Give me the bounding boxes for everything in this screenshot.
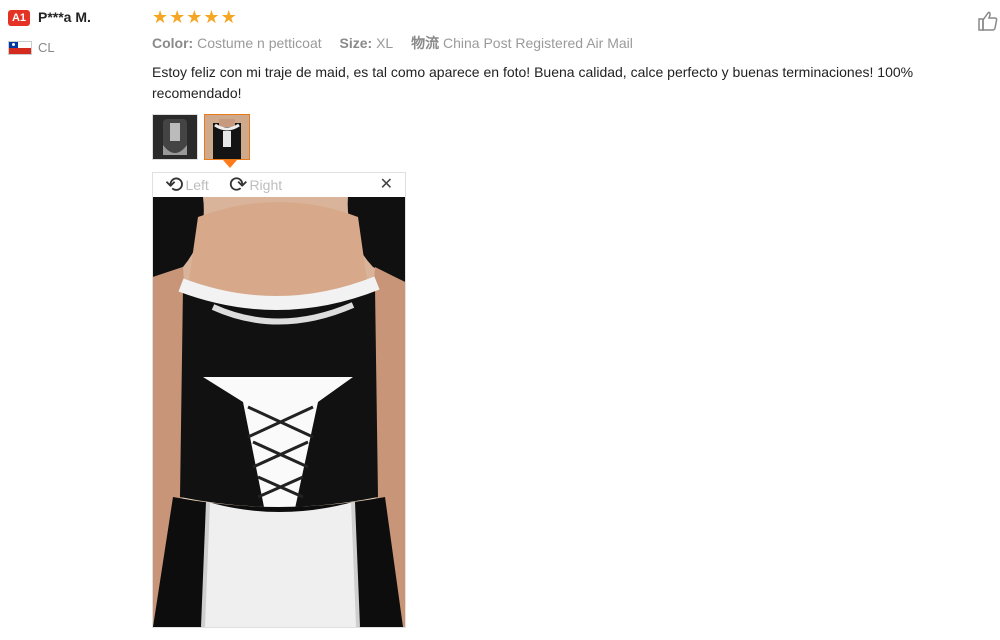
rotate-left-icon: ⟲ xyxy=(165,172,184,197)
shipping-value: China Post Registered Air Mail xyxy=(443,35,633,51)
rotate-right-label: Right xyxy=(249,177,283,193)
color-value: Costume n petticoat xyxy=(197,35,322,51)
reviewer-country: CL xyxy=(8,40,128,56)
star-icon: ★ xyxy=(186,7,203,27)
order-details: Color: Costume n petticoat Size: XL 物流 C… xyxy=(152,33,647,53)
close-icon[interactable]: ✕ xyxy=(380,176,393,194)
level-badge: A1 xyxy=(8,10,30,26)
thumbs-up-icon[interactable] xyxy=(978,10,998,32)
star-icon: ★ xyxy=(220,7,237,27)
rotate-left-label: Left xyxy=(185,177,209,193)
photo-thumbnail-selected[interactable] xyxy=(204,114,250,160)
rotate-left-button[interactable]: ⟲ Left xyxy=(165,174,209,196)
reviewer-name: P***a M. xyxy=(38,9,91,25)
star-icon: ★ xyxy=(152,7,169,27)
country-code: CL xyxy=(38,40,55,55)
image-viewer: ⟲ Left ⟳ Right ✕ xyxy=(152,172,406,628)
photo-thumbnail[interactable] xyxy=(152,114,198,160)
rotate-right-button[interactable]: ⟳ Right xyxy=(229,174,282,196)
star-icon: ★ xyxy=(169,7,186,27)
shipping-label: 物流 xyxy=(411,35,440,51)
rotate-right-icon: ⟳ xyxy=(229,172,248,197)
color-label: Color: xyxy=(152,35,194,51)
size-value: XL xyxy=(376,35,394,51)
viewer-toolbar: ⟲ Left ⟳ Right ✕ xyxy=(153,173,405,197)
review-photo xyxy=(153,197,405,627)
star-icon: ★ xyxy=(203,7,220,27)
review-text: Estoy feliz con mi traje de maid, es tal… xyxy=(152,64,914,101)
chile-flag-icon xyxy=(8,41,32,55)
rating-stars: ★ ★ ★ ★ ★ xyxy=(152,6,237,28)
size-label: Size: xyxy=(339,35,373,51)
selected-thumb-indicator xyxy=(223,160,237,168)
photo-thumbnails xyxy=(152,114,250,162)
